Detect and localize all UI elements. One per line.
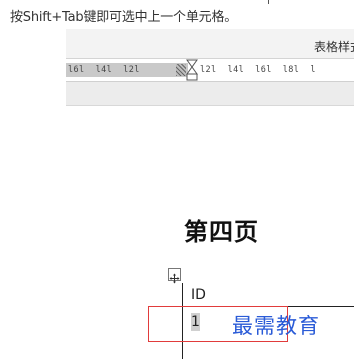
ribbon-bar: 表格样式: [66, 29, 354, 59]
ruler-left-numbers: l6l l4l l2l: [68, 65, 140, 75]
ruler-numbers: l6l l4l l2l l2l l4l l6l l8l l: [66, 62, 354, 78]
horizontal-ruler[interactable]: l6l l4l l2l l2l l4l l6l l8l l: [66, 59, 354, 82]
ruler-right-numbers: l2l l4l l6l l8l l: [200, 65, 316, 75]
watermark-logo: 最需教育: [232, 314, 320, 338]
indent-marker-icon[interactable]: [186, 59, 198, 81]
instruction-caption: 按Shift+Tab键即可选中上一个单元格。: [10, 10, 238, 25]
window-gap: [66, 82, 354, 105]
top-edge-tick: [268, 0, 269, 4]
ruler-column-marker[interactable]: [176, 64, 186, 76]
table-header-cell[interactable]: ID: [191, 287, 206, 303]
tab-table-styles[interactable]: 表格样式: [314, 38, 354, 55]
page-heading-display: 第四页: [184, 218, 259, 246]
move-cross-icon[interactable]: [168, 268, 181, 284]
move-cross-glyph: [169, 273, 180, 284]
